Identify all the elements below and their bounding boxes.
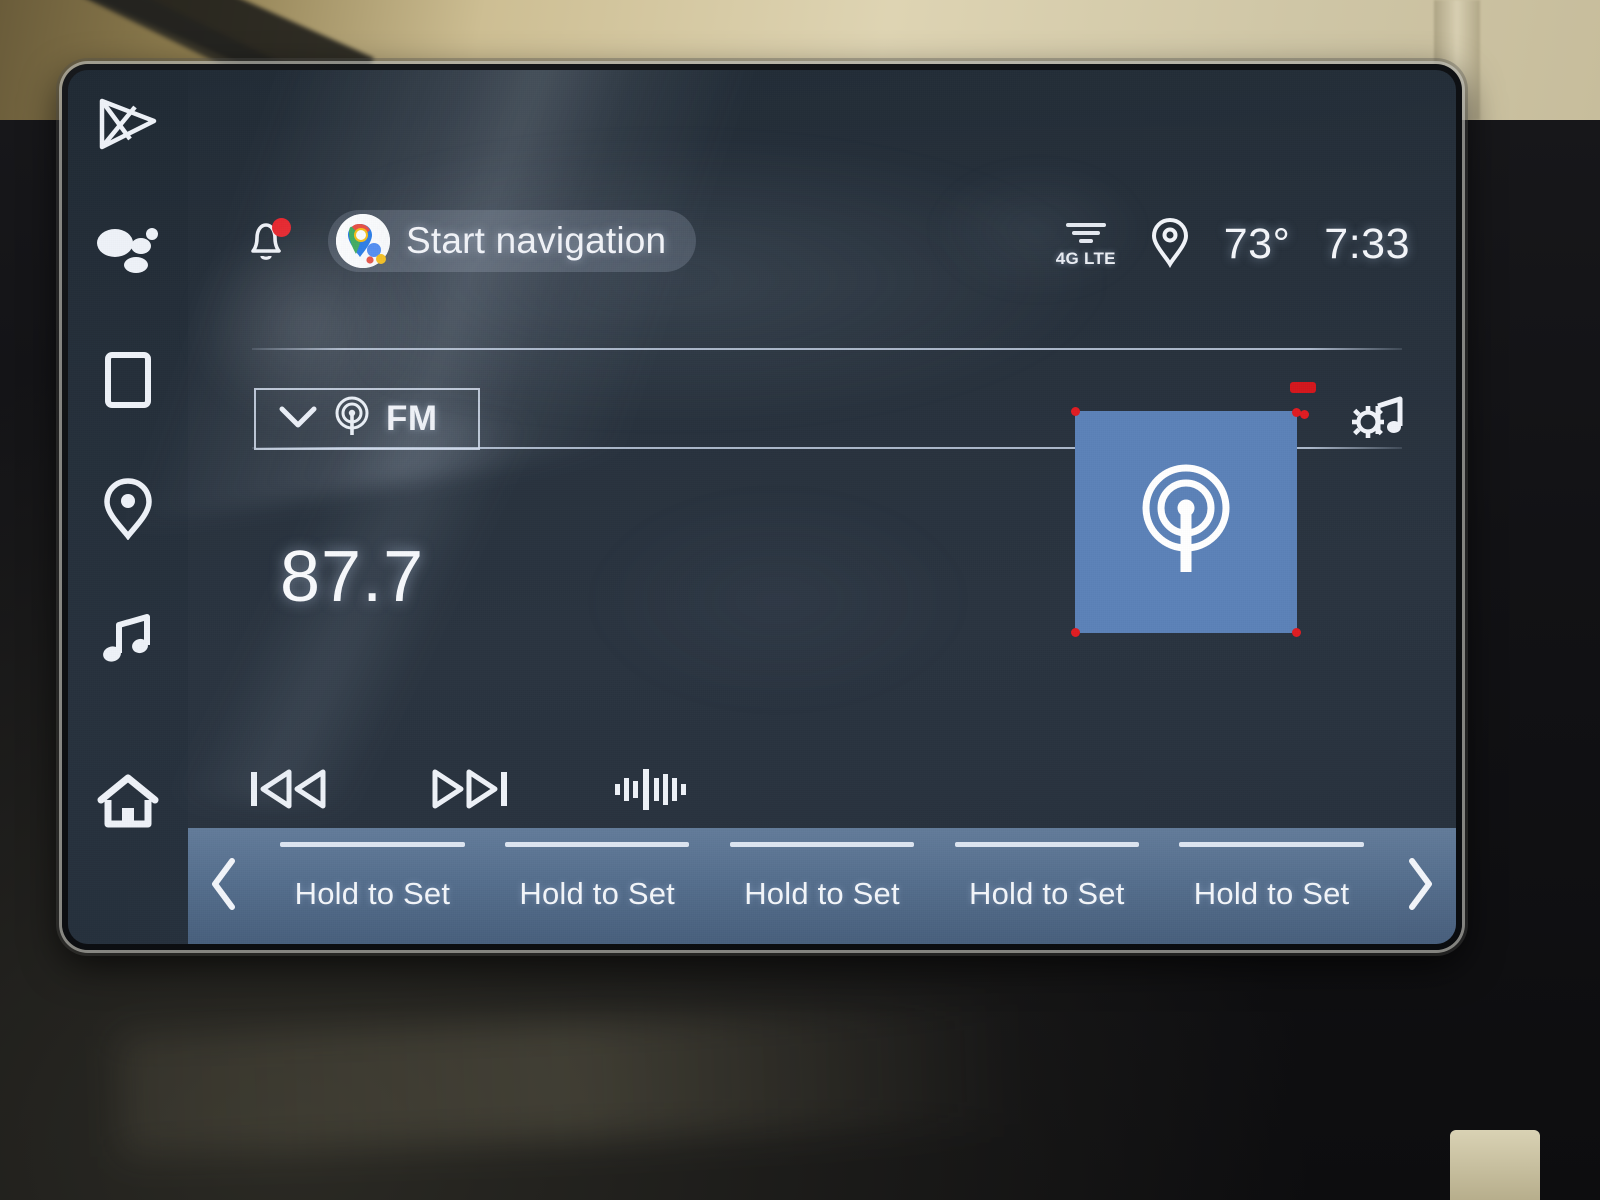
annotation-marker-dot: [1071, 407, 1080, 416]
preset-bar: Hold to Set Hold to Set Hold to Set Hold…: [188, 828, 1456, 944]
sidebar-item-apps[interactable]: [86, 82, 170, 166]
apps-play-icon: [97, 95, 159, 153]
chevron-right-icon: [1404, 856, 1436, 917]
google-maps-icon: [336, 214, 390, 268]
transport-controls: [246, 760, 694, 822]
status-divider: [252, 348, 1402, 350]
tune-scan-button[interactable]: [610, 760, 694, 822]
bell-icon: [244, 223, 288, 268]
sidebar-item-home[interactable]: [86, 760, 170, 844]
network-label: 4G LTE: [1055, 248, 1116, 268]
radio-broadcast-icon: [1130, 461, 1242, 584]
station-frequency: 87.7: [280, 537, 425, 617]
seek-next-button[interactable]: [428, 760, 512, 822]
chevron-left-icon: [208, 856, 240, 917]
sidebar-item-assistant[interactable]: [86, 208, 170, 292]
infotainment-screen[interactable]: Start navigation 4G LTE 73° 7:33 FM 87.7…: [68, 70, 1456, 944]
annotation-marker-dot: [1292, 408, 1301, 417]
preset-label: Hold to Set: [1193, 876, 1350, 911]
google-assistant-icon: [96, 221, 160, 279]
location-pin-icon: [102, 476, 154, 540]
preset-button[interactable]: Hold to Set: [934, 828, 1159, 944]
dashboard-reflection: [118, 1004, 1022, 1156]
audio-settings-gear-note-icon: [1348, 396, 1410, 446]
notifications-button[interactable]: [244, 218, 292, 266]
presets-previous-button[interactable]: [188, 828, 260, 944]
annotation-marker-bar: [1290, 382, 1316, 393]
start-navigation-label: Start navigation: [406, 220, 667, 261]
preset-button[interactable]: Hold to Set: [485, 828, 710, 944]
audio-settings-button[interactable]: [1348, 380, 1410, 442]
radio-broadcast-icon: [332, 396, 372, 443]
start-navigation-button[interactable]: Start navigation: [328, 210, 697, 272]
network-status: 4G LTE: [1056, 221, 1116, 269]
outside-temperature: 73°: [1223, 220, 1291, 268]
preset-label: Hold to Set: [969, 876, 1125, 911]
music-note-icon: [99, 609, 157, 667]
sidebar-item-media[interactable]: [86, 596, 170, 680]
preset-label: Hold to Set: [744, 876, 900, 911]
sidebar-item-phone[interactable]: [86, 338, 170, 422]
tune-scan-icon: [613, 765, 691, 818]
source-label: FM: [386, 399, 438, 438]
source-selector-button[interactable]: FM: [254, 388, 480, 450]
seek-next-icon: [429, 765, 511, 818]
location-pin-icon: [1150, 216, 1190, 273]
phone-device-icon: [103, 350, 153, 410]
preset-list: Hold to Set Hold to Set Hold to Set Hold…: [260, 828, 1384, 944]
seek-previous-button[interactable]: [246, 760, 330, 822]
annotation-marker-dot: [1292, 628, 1301, 637]
station-artwork[interactable]: [1075, 411, 1297, 633]
status-indicators: 4G LTE 73° 7:33: [1056, 216, 1410, 273]
annotation-marker-dot: [1300, 410, 1309, 419]
4g-lte-signal-icon: [1064, 221, 1108, 247]
notification-badge-dot: [272, 218, 291, 237]
car-dashboard: Start navigation 4G LTE 73° 7:33 FM 87.7…: [0, 0, 1600, 1200]
sidebar-item-navigation[interactable]: [86, 466, 170, 550]
screen-smudge-2: [588, 490, 968, 710]
preset-label: Hold to Set: [294, 876, 451, 911]
clock: 7:33: [1324, 220, 1410, 268]
presets-next-button[interactable]: [1384, 828, 1456, 944]
dashboard-trim-chip: [1450, 1130, 1540, 1200]
preset-button[interactable]: Hold to Set: [260, 828, 485, 944]
preset-label: Hold to Set: [519, 876, 675, 911]
preset-button[interactable]: Hold to Set: [1159, 828, 1384, 944]
home-icon: [96, 774, 160, 830]
infotainment-bezel: Start navigation 4G LTE 73° 7:33 FM 87.7…: [62, 64, 1462, 950]
seek-previous-icon: [247, 765, 329, 818]
chevron-down-icon: [278, 404, 318, 435]
sidebar: [68, 70, 188, 944]
preset-button[interactable]: Hold to Set: [710, 828, 935, 944]
annotation-marker-dot: [1071, 628, 1080, 637]
status-bar: Start navigation 4G LTE 73° 7:33: [188, 70, 1456, 272]
